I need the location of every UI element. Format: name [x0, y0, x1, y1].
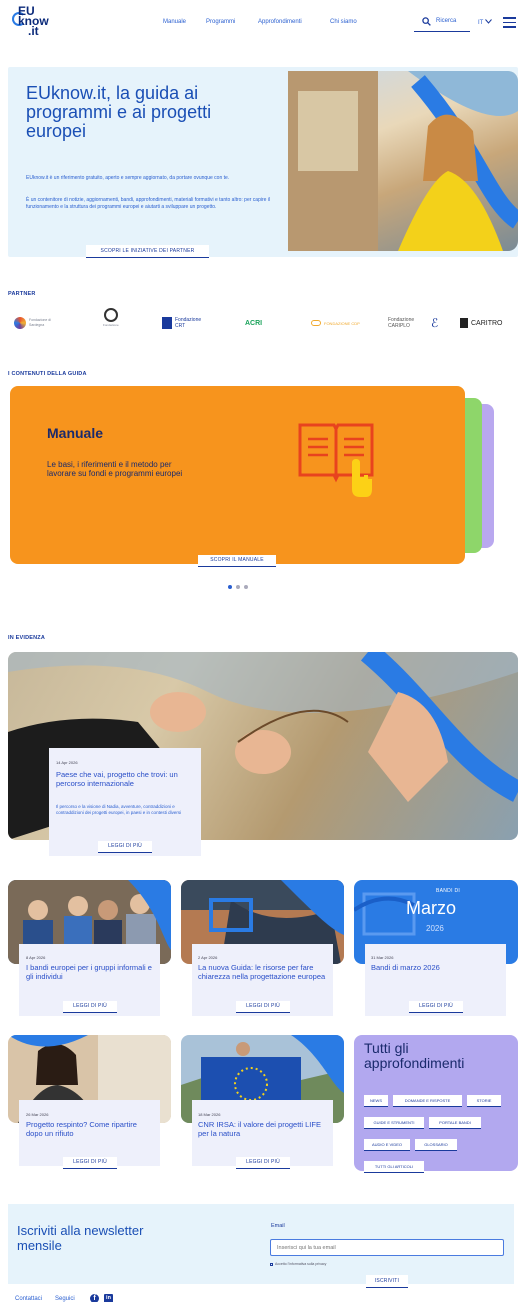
tag-stories[interactable]: STORIE: [467, 1095, 501, 1107]
card-4-read-more-button[interactable]: LEGGI DI PIÙ: [63, 1157, 117, 1169]
tag-news[interactable]: NEWS: [364, 1095, 388, 1107]
tag-guides-tools[interactable]: GUIDE E STRUMENTI: [364, 1117, 424, 1129]
tag-calls-portal[interactable]: PORTALE BANDI: [429, 1117, 481, 1129]
card-2-date: 2 Apr 2026: [198, 955, 218, 960]
featured-section-label: IN EVIDENZA: [8, 635, 46, 641]
hero-paragraph-2: È un contenitore di notizie, aggiornamen…: [26, 197, 271, 210]
partner-logo-cdp[interactable]: FONDAZIONE CDP: [311, 313, 360, 333]
manual-card-text: Le basi, i riferimenti e il metodo per l…: [47, 460, 183, 478]
nav-manuale[interactable]: Manuale: [163, 19, 186, 25]
linkedin-icon[interactable]: in: [104, 1294, 113, 1302]
featured-date: 14 Apr 2026: [56, 760, 78, 765]
card-5-date: 18 Mar 2026: [198, 1112, 221, 1117]
card-2-read-more-button[interactable]: LEGGI DI PIÙ: [236, 1001, 290, 1013]
card-2-title: La nuova Guida: le risorse per fare chia…: [198, 963, 326, 981]
featured-title: Paese che vai, progetto che trovi: un pe…: [56, 770, 178, 788]
nav-chi-siamo[interactable]: Chi siamo: [330, 19, 357, 25]
partner-logo-2[interactable]: Fondazione: [103, 308, 119, 328]
partner-circle-icon: [103, 308, 118, 322]
search-button[interactable]: Ricerca: [414, 14, 470, 32]
partner-caritro-icon: [460, 318, 468, 328]
card-3-read-more-button[interactable]: LEGGI DI PIÙ: [409, 1001, 463, 1013]
email-label: Email: [271, 1223, 285, 1229]
partner-section-label: PARTNER: [8, 291, 36, 297]
card-3-image-year: 2026: [426, 924, 444, 933]
card-3-date: 31 Mar 2026: [371, 955, 394, 960]
card-3-title: Bandi di marzo 2026: [371, 963, 440, 972]
nav-approfondimenti[interactable]: Approfondimenti: [258, 19, 302, 25]
partner-cdp-icon: [311, 320, 321, 326]
email-input[interactable]: [270, 1239, 504, 1256]
carousel-dot-2[interactable]: [236, 585, 240, 589]
carousel-dot-3[interactable]: [244, 585, 248, 589]
card-1-date: 8 Apr 2026: [26, 955, 46, 960]
all-topics-title: Tutti gli approfondimenti: [364, 1040, 465, 1071]
card-4-title: Progetto respinto? Come ripartire dopo u…: [26, 1120, 137, 1138]
featured-read-more-button[interactable]: LEGGI DI PIÙ: [98, 841, 152, 853]
discover-manual-button[interactable]: SCOPRI IL MANUALE: [198, 555, 276, 567]
hero-image: [288, 71, 518, 251]
carousel-dot-1[interactable]: [228, 585, 232, 589]
card-3-image-month: Marzo: [406, 898, 457, 918]
carousel-dots: [228, 585, 248, 589]
manual-card-title: Manuale: [47, 425, 104, 441]
partner-logo-cariplo[interactable]: Fondazione CARIPLO ℰ: [388, 313, 438, 333]
partner-logo-crt[interactable]: Fondazione CRT: [162, 313, 205, 333]
hero-paragraph-1: EUknow.it è un riferimento gratuito, ape…: [26, 175, 230, 181]
privacy-label: Accetto l'informativa sulla privacy: [275, 1262, 327, 1266]
card-1-title: I bandi europei per i gruppi informali e…: [26, 963, 152, 981]
partner-crt-icon: [162, 317, 172, 329]
site-logo[interactable]: EU know .it: [8, 5, 52, 38]
privacy-checkbox[interactable]: [270, 1262, 273, 1266]
language-selector[interactable]: IT: [478, 19, 492, 26]
language-label: IT: [478, 20, 484, 26]
tag-faq[interactable]: DOMANDE E RISPOSTE: [393, 1095, 462, 1107]
menu-icon[interactable]: [503, 17, 516, 28]
partner-logo-sardegna[interactable]: Fondazione di Sardegna: [14, 313, 67, 333]
partner-cariplo-icon: ℰ: [431, 316, 439, 330]
footer-follow-label: Seguici: [55, 1296, 75, 1302]
card-5-read-more-button[interactable]: LEGGI DI PIÙ: [236, 1157, 290, 1169]
partner-logo-caritro[interactable]: CARITRO: [460, 313, 503, 333]
card-1-read-more-button[interactable]: LEGGI DI PIÙ: [63, 1001, 117, 1013]
nav-programmi[interactable]: Programmi: [206, 19, 235, 25]
card-3-image-kicker: BANDI DI: [436, 888, 461, 894]
chevron-down-icon: [485, 19, 492, 24]
tag-audio-video[interactable]: AUDIO E VIDEO: [364, 1139, 410, 1151]
partner-logo-acri[interactable]: ACRI: [245, 313, 262, 333]
card-5-title: CNR IRSA: il valore dei progetti LIFE pe…: [198, 1120, 321, 1138]
featured-text: Il percorso e la visione di Nadia, avven…: [56, 804, 182, 815]
subscribe-button[interactable]: ISCRIVITI: [366, 1275, 408, 1288]
search-label: Ricerca: [436, 18, 457, 24]
card-4-date: 26 Mar 2026: [26, 1112, 49, 1117]
tag-all-articles[interactable]: TUTTI GLI ARTICOLI: [364, 1161, 424, 1173]
hero-title: EUknow.it, la guida ai programmi e ai pr…: [26, 83, 212, 141]
guide-section-label: I CONTENUTI DELLA GUIDA: [8, 371, 87, 377]
tag-glossary[interactable]: GLOSSARIO: [415, 1139, 457, 1151]
logo-it: .it: [28, 24, 39, 38]
facebook-icon[interactable]: f: [90, 1294, 99, 1302]
book-icon: [298, 423, 374, 497]
newsletter-title: Iscriviti alla newsletter mensile: [17, 1223, 144, 1253]
footer-contact-link[interactable]: Contattaci: [15, 1296, 42, 1302]
partner-sardegna-icon: [14, 317, 26, 329]
search-icon: [422, 17, 431, 26]
privacy-checkbox-row[interactable]: Accetto l'informativa sulla privacy: [270, 1262, 326, 1266]
partner-initiatives-button[interactable]: SCOPRI LE INIZIATIVE DEI PARTNER: [86, 245, 209, 258]
